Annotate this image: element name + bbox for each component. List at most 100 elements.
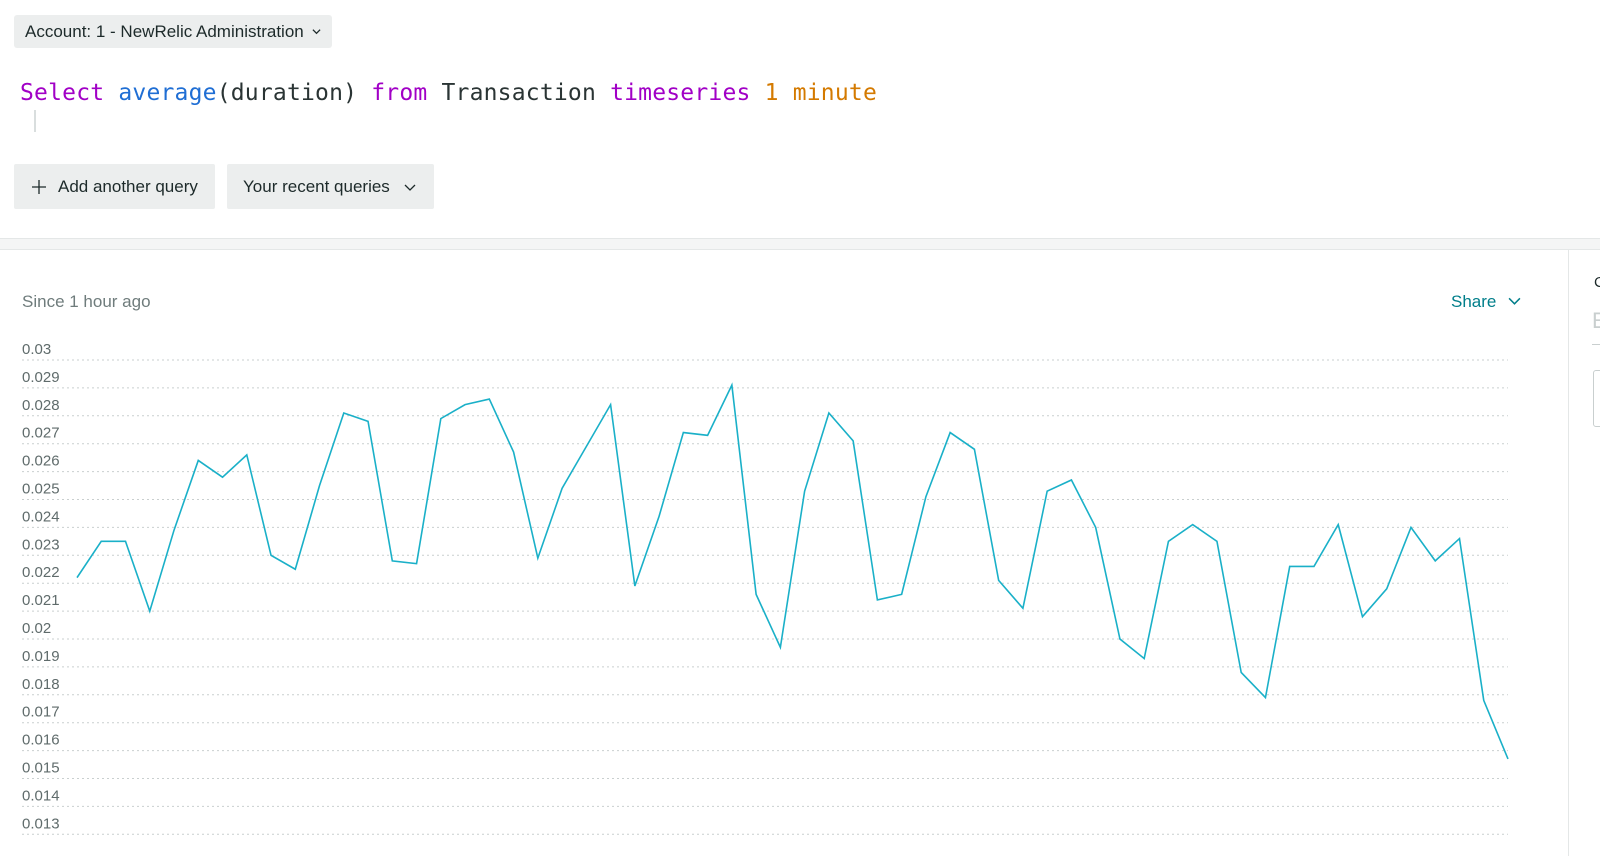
data-point[interactable] (923, 494, 929, 500)
data-point[interactable] (244, 452, 250, 458)
data-point[interactable] (850, 438, 856, 444)
data-point[interactable] (438, 416, 444, 422)
data-point[interactable] (583, 443, 589, 449)
y-tick-label: 0.028 (22, 397, 60, 414)
data-point[interactable] (123, 538, 129, 544)
y-tick-label: 0.014 (22, 787, 60, 804)
data-point[interactable] (802, 488, 808, 494)
data-point[interactable] (729, 382, 735, 388)
query-token: Transaction (427, 80, 611, 106)
account-selector[interactable]: Account: 1 - NewRelic Administration (14, 15, 332, 48)
section-divider (0, 238, 1600, 250)
data-point[interactable] (705, 432, 711, 438)
chevron-down-icon (404, 181, 416, 193)
y-tick-label: 0.013 (22, 815, 60, 832)
query-token: from (371, 80, 428, 106)
query-token (104, 80, 118, 106)
y-tick-label: 0.017 (22, 704, 60, 721)
data-point[interactable] (632, 583, 638, 589)
data-point[interactable] (462, 402, 468, 408)
data-point[interactable] (341, 410, 347, 416)
data-point[interactable] (1505, 756, 1511, 762)
side-panel-input[interactable]: E (1592, 308, 1600, 334)
add-another-query-button[interactable]: Add another query (14, 164, 215, 209)
y-tick-label: 0.015 (22, 760, 60, 777)
query-builder: Account: 1 - NewRelic Administration Sel… (0, 0, 1600, 240)
data-point[interactable] (608, 402, 614, 408)
y-tick-label: 0.026 (22, 453, 60, 470)
data-point[interactable] (1335, 522, 1341, 528)
data-point[interactable] (1044, 488, 1050, 494)
series-line (76, 382, 1509, 760)
data-point[interactable] (98, 538, 104, 544)
share-button[interactable]: Share (1451, 292, 1521, 312)
side-panel (1568, 250, 1600, 856)
data-point[interactable] (1384, 586, 1390, 592)
data-point[interactable] (171, 527, 177, 533)
query-editor[interactable]: Select average(duration) from Transactio… (20, 80, 877, 106)
data-point[interactable] (996, 577, 1002, 583)
data-point[interactable] (1311, 563, 1317, 569)
y-tick-label: 0.029 (22, 369, 60, 386)
data-point[interactable] (147, 608, 153, 614)
data-point[interactable] (680, 430, 686, 436)
recent-queries-dropdown[interactable]: Your recent queries (227, 164, 434, 209)
data-point[interactable] (753, 591, 759, 597)
data-point[interactable] (195, 457, 201, 463)
account-selector-label: Account: 1 - NewRelic Administration (25, 21, 304, 41)
recent-queries-label: Your recent queries (243, 176, 390, 196)
data-point[interactable] (1481, 697, 1487, 703)
chevron-down-icon (312, 27, 321, 36)
query-token (751, 80, 765, 106)
data-point[interactable] (1238, 669, 1244, 675)
data-point[interactable] (414, 561, 420, 567)
data-point[interactable] (268, 552, 274, 558)
y-tick-label: 0.022 (22, 564, 60, 581)
data-point[interactable] (947, 430, 953, 436)
y-tick-label: 0.02 (22, 620, 51, 637)
editor-cursor (34, 110, 36, 132)
data-point[interactable] (74, 575, 80, 581)
data-point[interactable] (874, 597, 880, 603)
data-point[interactable] (1432, 558, 1438, 564)
side-panel-box[interactable] (1593, 370, 1600, 427)
data-point[interactable] (1020, 605, 1026, 611)
query-token: average (118, 80, 217, 106)
data-point[interactable] (1262, 695, 1268, 701)
share-label: Share (1451, 292, 1497, 311)
y-tick-label: 0.018 (22, 676, 60, 693)
data-point[interactable] (535, 555, 541, 561)
y-tick-label: 0.025 (22, 481, 60, 498)
side-panel-heading: C (1594, 274, 1600, 291)
data-point[interactable] (317, 483, 323, 489)
data-point[interactable] (1068, 477, 1074, 483)
data-point[interactable] (826, 410, 832, 416)
y-tick-label: 0.03 (22, 341, 51, 358)
data-point[interactable] (899, 591, 905, 597)
data-point[interactable] (1190, 522, 1196, 528)
data-point[interactable] (220, 474, 226, 480)
query-token: Select (20, 80, 105, 106)
data-point[interactable] (656, 513, 662, 519)
data-point[interactable] (971, 446, 977, 452)
y-tick-label: 0.016 (22, 732, 60, 749)
data-point[interactable] (1456, 536, 1462, 542)
data-point[interactable] (511, 449, 517, 455)
y-tick-label: 0.027 (22, 425, 60, 442)
data-point[interactable] (1287, 563, 1293, 569)
add-another-query-label: Add another query (58, 176, 198, 196)
side-panel-underline (1592, 344, 1600, 345)
data-point[interactable] (486, 396, 492, 402)
data-point[interactable] (365, 418, 371, 424)
data-point[interactable] (292, 566, 298, 572)
data-point[interactable] (1359, 614, 1365, 620)
data-point[interactable] (1408, 524, 1414, 530)
data-point[interactable] (1117, 636, 1123, 642)
data-point[interactable] (1214, 538, 1220, 544)
data-point[interactable] (777, 644, 783, 650)
data-point[interactable] (1165, 538, 1171, 544)
data-point[interactable] (559, 485, 565, 491)
data-point[interactable] (389, 558, 395, 564)
data-point[interactable] (1093, 524, 1099, 530)
data-point[interactable] (1141, 656, 1147, 662)
